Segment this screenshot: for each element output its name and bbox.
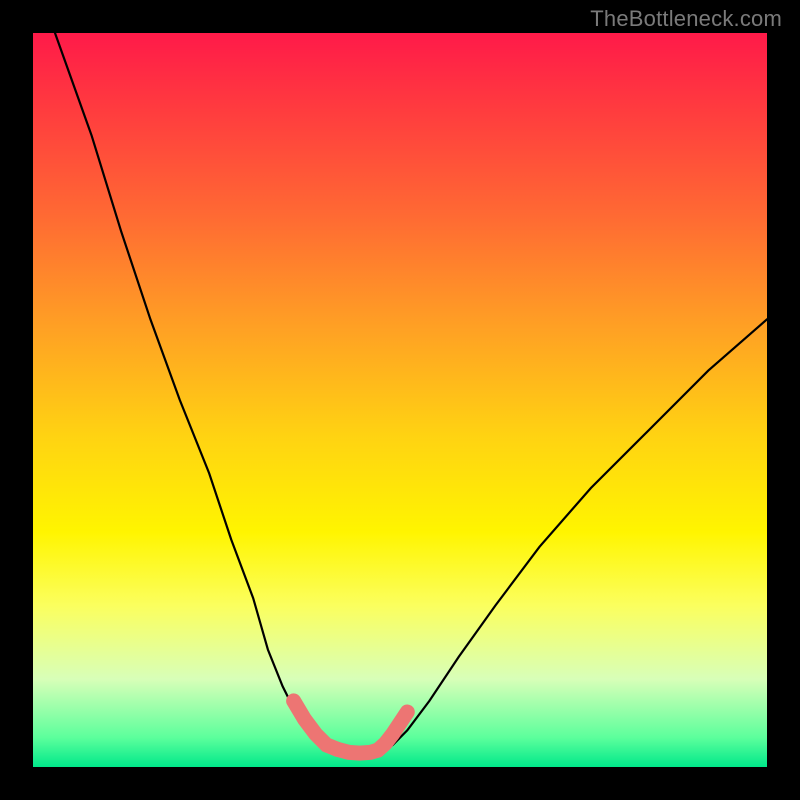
chart-svg	[33, 33, 767, 767]
chart-frame: TheBottleneck.com	[0, 0, 800, 800]
marker-right-rise	[378, 712, 407, 750]
curve-right	[378, 319, 767, 754]
curve-left	[55, 33, 341, 754]
marker-left-descent	[294, 701, 338, 750]
watermark-text: TheBottleneck.com	[590, 6, 782, 32]
